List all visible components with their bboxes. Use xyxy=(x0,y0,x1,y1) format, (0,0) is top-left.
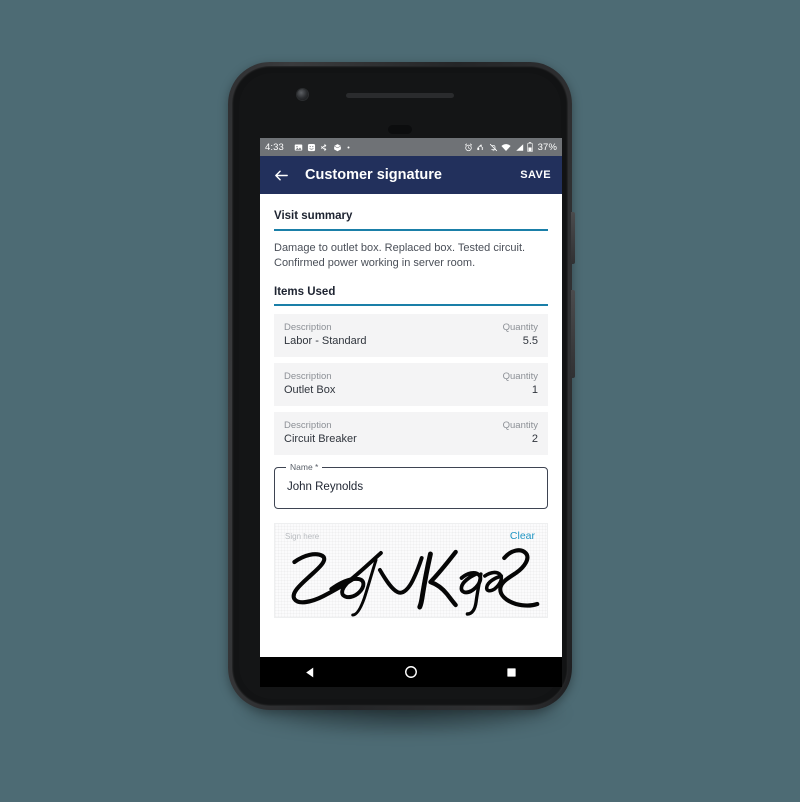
items-used-heading: Items Used xyxy=(274,286,336,298)
item-description-value: Labor - Standard xyxy=(284,335,367,347)
app-bar: Customer signature SAVE xyxy=(260,156,562,194)
phone-device-frame: 4:33 37% Customer signature SAVE Visit s… xyxy=(228,62,575,710)
description-column-label: Description xyxy=(284,420,332,431)
status-bar: 4:33 37% xyxy=(260,138,562,156)
table-row[interactable]: Description Outlet Box Quantity 1 xyxy=(274,363,548,406)
form-content: Visit summary Damage to outlet box. Repl… xyxy=(260,194,562,657)
phone-screen: 4:33 37% Customer signature SAVE Visit s… xyxy=(260,138,562,657)
wifi-icon xyxy=(501,143,511,152)
sign-here-hint: Sign here xyxy=(285,532,320,541)
nav-back-icon[interactable] xyxy=(289,659,331,685)
item-quantity-cell: Quantity 1 xyxy=(503,370,538,398)
volume-button[interactable] xyxy=(571,290,575,378)
battery-percent-label: 37% xyxy=(537,141,557,153)
page-title: Customer signature xyxy=(305,167,442,183)
nav-home-icon[interactable] xyxy=(390,659,432,685)
bluetooth-share-icon xyxy=(320,143,329,152)
quantity-column-label: Quantity xyxy=(502,420,538,431)
quantity-column-label: Quantity xyxy=(502,371,538,382)
item-description-cell: Description Labor - Standard xyxy=(284,321,367,349)
item-description-cell: Description Outlet Box xyxy=(284,370,335,398)
dot-icon xyxy=(346,145,351,150)
save-button[interactable]: SAVE xyxy=(520,169,551,181)
visit-summary-heading: Visit summary xyxy=(274,210,353,222)
quantity-column-label: Quantity xyxy=(502,322,538,333)
item-quantity-cell: Quantity 5.5 xyxy=(503,321,538,349)
phone-front-face: 4:33 37% Customer signature SAVE Visit s… xyxy=(239,73,562,699)
item-description-value: Circuit Breaker xyxy=(284,433,357,445)
item-quantity-value: 2 xyxy=(531,433,538,445)
item-description-value: Outlet Box xyxy=(284,384,336,396)
item-quantity-value: 1 xyxy=(531,384,538,396)
name-field[interactable]: Name * John Reynolds xyxy=(274,462,548,509)
phone-inner-bezel: 4:33 37% Customer signature SAVE Visit s… xyxy=(232,66,568,706)
status-bar-left-group: 4:33 xyxy=(265,142,464,153)
sync-icon xyxy=(476,143,485,152)
item-quantity-value: 5.5 xyxy=(522,335,538,347)
visit-summary-text: Damage to outlet box. Replaced box. Test… xyxy=(274,242,526,269)
package-icon xyxy=(333,143,342,152)
status-bar-right-group: 37% xyxy=(464,142,557,153)
android-navigation-bar xyxy=(260,657,562,687)
image-icon xyxy=(294,143,303,152)
proximity-sensor-icon xyxy=(388,125,412,134)
name-input[interactable]: John Reynolds xyxy=(287,481,363,493)
alarm-icon xyxy=(464,143,473,152)
table-row[interactable]: Description Circuit Breaker Quantity 2 xyxy=(274,412,548,455)
clear-signature-button[interactable]: Clear xyxy=(510,530,535,542)
visit-summary-divider xyxy=(274,229,548,231)
power-button[interactable] xyxy=(571,212,575,264)
earpiece-speaker-icon xyxy=(346,93,454,98)
table-row[interactable]: Description Labor - Standard Quantity 5.… xyxy=(274,314,548,357)
signature-pad[interactable]: Sign here Clear xyxy=(274,523,548,618)
notifications-off-icon xyxy=(489,143,498,152)
description-column-label: Description xyxy=(284,322,332,333)
nav-recents-icon[interactable] xyxy=(491,659,533,685)
front-camera-icon xyxy=(297,89,308,100)
items-used-divider xyxy=(274,304,548,306)
name-field-label: Name * xyxy=(286,462,323,473)
signature-ink xyxy=(291,548,540,617)
signal-icon xyxy=(515,143,524,152)
status-clock: 4:33 xyxy=(265,141,284,153)
battery-icon xyxy=(527,142,533,152)
back-arrow-icon[interactable] xyxy=(271,165,291,185)
item-quantity-cell: Quantity 2 xyxy=(503,419,538,447)
description-column-label: Description xyxy=(284,371,332,382)
emoji-icon xyxy=(307,143,316,152)
item-description-cell: Description Circuit Breaker xyxy=(284,419,357,447)
